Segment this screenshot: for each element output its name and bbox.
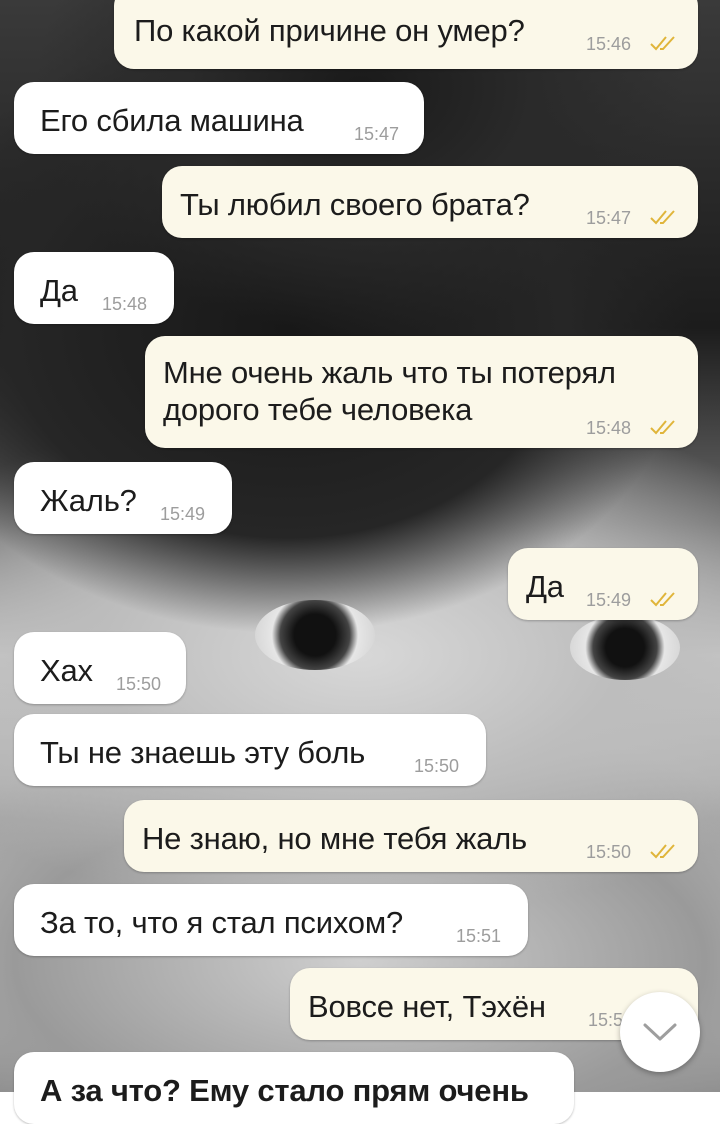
double-check-icon — [650, 844, 675, 859]
message-time: 15:50 — [586, 842, 632, 862]
message-outgoing[interactable]: Не знаю, но мне тебя жаль 15:50 — [124, 800, 698, 872]
scroll-to-bottom-button[interactable] — [620, 992, 700, 1072]
message-time: 15:47 — [354, 124, 400, 144]
message-time: 15:48 — [586, 418, 632, 438]
message-text: Ты любил своего брата? — [180, 187, 530, 222]
message-time: 15:51 — [456, 926, 502, 946]
message-text: Да — [40, 273, 78, 308]
message-incoming[interactable]: Да 15:48 — [14, 252, 174, 324]
message-outgoing[interactable]: Ты любил своего брата? 15:47 — [162, 166, 698, 238]
double-check-icon — [650, 210, 675, 225]
message-time: 15:47 — [586, 208, 632, 228]
message-text: Не знаю, но мне тебя жаль — [142, 821, 527, 856]
message-text: Хах — [40, 653, 93, 688]
message-text: За то, что я стал психом? — [40, 905, 403, 940]
message-time: 15:5 — [588, 1010, 624, 1030]
message-text: Ты не знаешь эту боль — [40, 735, 366, 770]
message-time: 15:49 — [160, 504, 206, 524]
message-outgoing[interactable]: Мне очень жаль что ты потерял дорого теб… — [145, 336, 698, 448]
double-check-icon — [650, 36, 675, 51]
message-text: А за что? Ему стало прям очень — [40, 1073, 529, 1108]
double-check-icon — [650, 420, 675, 435]
message-text: Мне очень жаль что ты потерял дорого теб… — [163, 355, 616, 428]
message-incoming[interactable]: Его сбила машина 15:47 — [14, 82, 424, 154]
message-text: Жаль? — [40, 483, 137, 518]
message-time: 15:46 — [586, 34, 632, 54]
message-text: По какой причине он умер? — [134, 13, 525, 48]
message-outgoing[interactable]: Да 15:49 — [508, 548, 698, 620]
message-incoming[interactable]: За то, что я стал психом? 15:51 — [14, 884, 528, 956]
message-incoming[interactable]: А за что? Ему стало прям очень — [14, 1052, 574, 1124]
chevron-down-icon — [643, 1023, 677, 1041]
message-time: 15:50 — [414, 756, 460, 776]
message-time: 15:48 — [102, 294, 148, 314]
double-check-icon — [650, 592, 675, 607]
message-text: Его сбила машина — [40, 103, 304, 138]
message-text: Да — [526, 569, 564, 604]
message-incoming[interactable]: Хах 15:50 — [14, 632, 186, 704]
message-time: 15:49 — [586, 590, 632, 610]
message-incoming[interactable]: Жаль? 15:49 — [14, 462, 232, 534]
message-list[interactable]: По какой причине он умер? 15:46 Его сбил… — [0, 0, 720, 1124]
message-incoming[interactable]: Ты не знаешь эту боль 15:50 — [14, 714, 486, 786]
message-time: 15:50 — [116, 674, 162, 694]
message-outgoing[interactable]: По какой причине он умер? 15:46 — [114, 0, 698, 69]
message-text: Вовсе нет, Тэхён — [308, 989, 546, 1024]
